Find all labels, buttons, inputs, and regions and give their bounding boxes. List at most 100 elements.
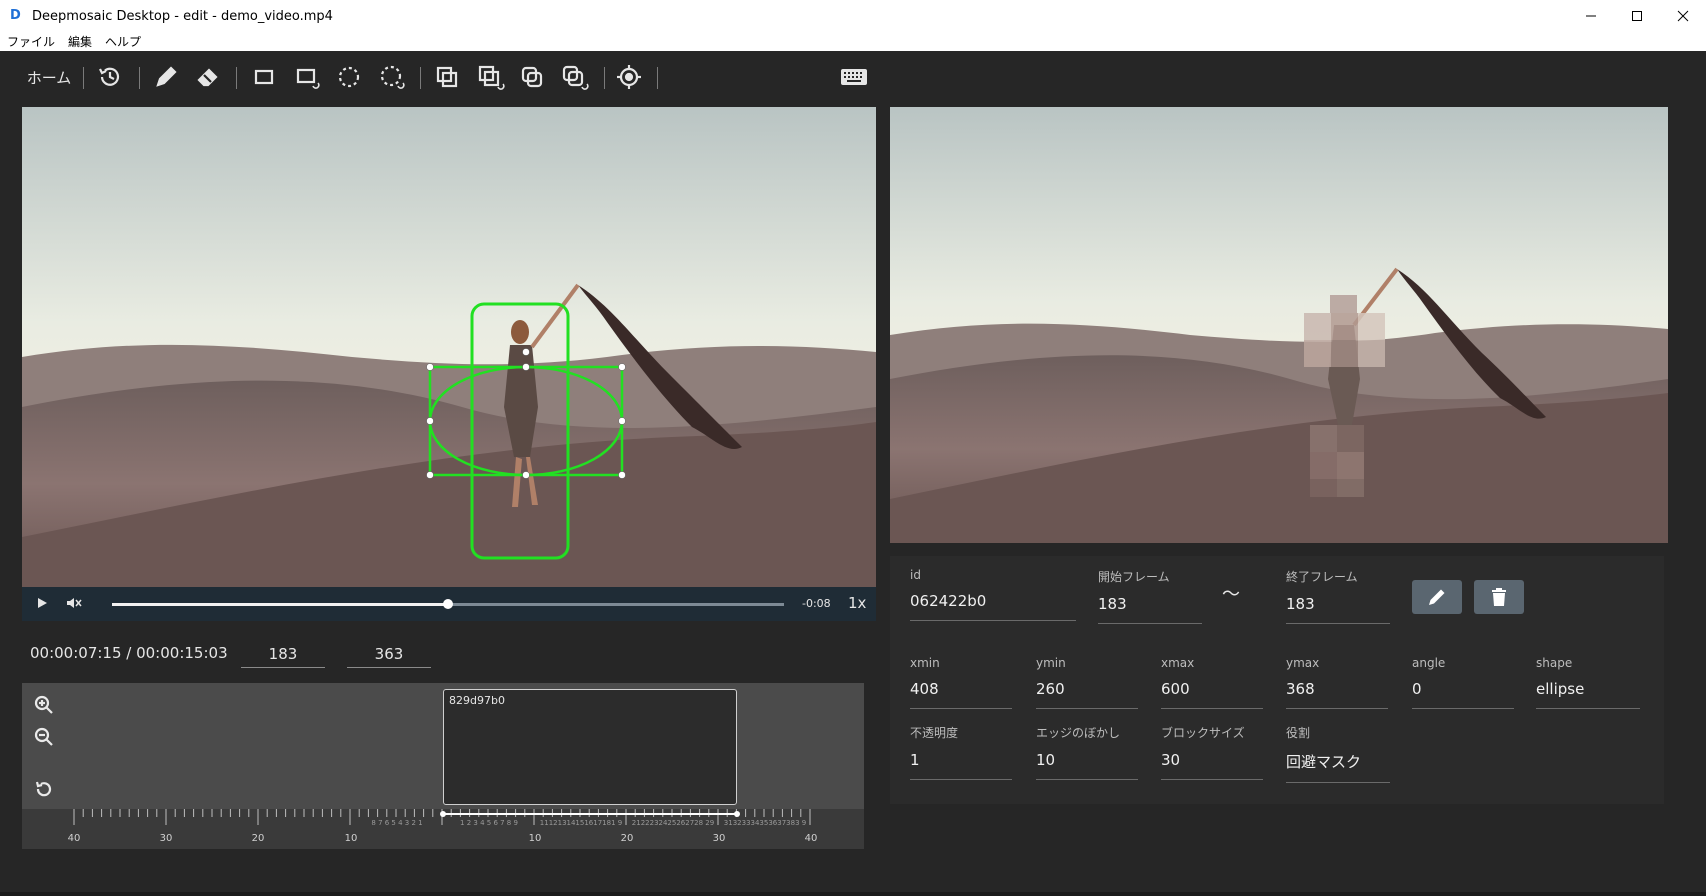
- end-frame-field[interactable]: 終了フレーム 183: [1286, 568, 1390, 624]
- edge-blur-value[interactable]: 10: [1036, 751, 1138, 780]
- ruler-small-labels-right: 2122232425262728 29: [631, 819, 715, 827]
- opacity-field[interactable]: 不透明度 1: [910, 724, 1012, 780]
- zoom-in-icon[interactable]: [32, 693, 56, 717]
- start-frame-field[interactable]: 開始フレーム 183: [1098, 568, 1202, 624]
- menu-edit[interactable]: 編集: [68, 33, 92, 50]
- ruler-label: 30: [159, 833, 173, 844]
- ellipse-icon[interactable]: [335, 63, 363, 91]
- role-label: 役割: [1286, 726, 1311, 740]
- role-field[interactable]: 役割 回避マスク: [1286, 724, 1390, 783]
- ymax-label: ymax: [1286, 656, 1320, 670]
- home-button[interactable]: ホーム: [22, 63, 76, 91]
- toolbar-divider: [657, 67, 658, 89]
- history-icon[interactable]: [96, 63, 124, 91]
- remaining-time: -0:08: [802, 597, 831, 610]
- app-logo-icon: D: [10, 8, 21, 23]
- ruler-label: 40: [804, 833, 818, 844]
- menu-file[interactable]: ファイル: [7, 33, 55, 50]
- copy-track-icon[interactable]: [476, 63, 508, 91]
- block-size-field[interactable]: ブロックサイズ 30: [1161, 724, 1263, 780]
- menu-bar: ファイル 編集 ヘルプ: [0, 32, 1706, 51]
- copy-alt-icon[interactable]: [518, 63, 546, 91]
- copy-icon[interactable]: [433, 63, 461, 91]
- eraser-icon[interactable]: [194, 63, 222, 91]
- seek-bar[interactable]: [112, 599, 784, 609]
- zoom-out-icon[interactable]: [32, 725, 56, 749]
- id-label: id: [910, 568, 921, 582]
- angle-field[interactable]: angle 0: [1412, 656, 1514, 709]
- ruler-label: 40: [67, 833, 81, 844]
- xmin-field[interactable]: xmin 408: [910, 656, 1012, 709]
- opacity-value[interactable]: 1: [910, 751, 1012, 780]
- window-title: Deepmosaic Desktop - edit - demo_video.m…: [32, 8, 333, 24]
- window-controls: [1568, 0, 1706, 32]
- xmin-label: xmin: [910, 656, 940, 670]
- mask-clip[interactable]: 829d97b0: [443, 689, 737, 805]
- shape-label: shape: [1536, 656, 1573, 670]
- maximize-icon[interactable]: [1614, 0, 1660, 32]
- end-frame-value[interactable]: 183: [1286, 595, 1390, 624]
- start-frame-input[interactable]: 183: [241, 640, 325, 668]
- start-frame-value[interactable]: 183: [1098, 595, 1202, 624]
- xmax-value[interactable]: 600: [1161, 680, 1263, 709]
- ymax-value[interactable]: 368: [1286, 680, 1388, 709]
- ymax-field[interactable]: ymax 368: [1286, 656, 1388, 709]
- end-frame-input[interactable]: 363: [347, 640, 431, 668]
- timeline-ruler[interactable]: 40 30 20 10 10 20 30 40 8 7 6 5 4 3 2 1 …: [22, 809, 864, 849]
- reset-icon[interactable]: [32, 777, 56, 801]
- ruler-label: 10: [528, 833, 542, 844]
- desert-scene-image: [22, 107, 876, 587]
- block-size-value[interactable]: 30: [1161, 751, 1263, 780]
- shape-value[interactable]: ellipse: [1536, 680, 1640, 709]
- mosaic-preview-image: [890, 107, 1668, 543]
- start-frame-label: 開始フレーム: [1098, 570, 1170, 584]
- opacity-label: 不透明度: [910, 726, 959, 740]
- xmax-field[interactable]: xmax 600: [1161, 656, 1263, 709]
- close-icon[interactable]: [1660, 0, 1706, 32]
- ruler-small-labels-right: 1 2 3 4 5 6 7 8 9: [460, 819, 518, 827]
- ruler-label: 20: [620, 833, 634, 844]
- trash-icon: [1492, 588, 1506, 606]
- end-frame-label: 終了フレーム: [1286, 570, 1358, 584]
- ellipse-track-icon[interactable]: [377, 63, 409, 91]
- mute-icon[interactable]: [54, 595, 94, 614]
- toolbar: ホーム: [0, 51, 1706, 103]
- ruler-small-labels-right: 11121314151617181 9: [539, 819, 623, 827]
- rectangle-icon[interactable]: [250, 63, 278, 91]
- ruler-small-labels-left: 8 7 6 5 4 3 2 1: [371, 819, 423, 827]
- preview-video: [890, 107, 1668, 543]
- title-bar: D Deepmosaic Desktop - edit - demo_video…: [0, 0, 1706, 32]
- pencil-icon[interactable]: [152, 63, 180, 91]
- copy-alt-track-icon[interactable]: [560, 63, 592, 91]
- angle-value[interactable]: 0: [1412, 680, 1514, 709]
- ymin-value[interactable]: 260: [1036, 680, 1138, 709]
- timecode: 00:00:07:15 / 00:00:15:03: [30, 644, 228, 662]
- xmin-value[interactable]: 408: [910, 680, 1012, 709]
- minimize-icon[interactable]: [1568, 0, 1614, 32]
- edge-blur-label: エッジのぼかし: [1036, 726, 1121, 740]
- pencil-icon: [1429, 589, 1445, 605]
- toolbar-divider: [83, 67, 84, 89]
- ruler-small-labels-right: 31323334353637383 9: [723, 819, 807, 827]
- shape-field[interactable]: shape ellipse: [1536, 656, 1640, 709]
- ruler-label: 10: [344, 833, 358, 844]
- target-icon[interactable]: [615, 63, 643, 91]
- clip-id-label: 829d97b0: [449, 694, 505, 707]
- editor-video[interactable]: [22, 107, 876, 587]
- edit-button[interactable]: [1412, 580, 1462, 614]
- menu-help[interactable]: ヘルプ: [105, 33, 141, 50]
- edge-blur-field[interactable]: エッジのぼかし 10: [1036, 724, 1138, 780]
- role-value[interactable]: 回避マスク: [1286, 751, 1390, 783]
- ruler-label: 20: [251, 833, 265, 844]
- ymin-field[interactable]: ymin 260: [1036, 656, 1138, 709]
- ruler-label: 30: [712, 833, 726, 844]
- id-value[interactable]: 062422b0: [910, 592, 1076, 621]
- id-field[interactable]: id 062422b0: [910, 568, 1076, 621]
- delete-button[interactable]: [1474, 580, 1524, 614]
- seek-thumb[interactable]: [443, 599, 453, 609]
- toolbar-divider: [139, 67, 140, 89]
- playback-speed-button[interactable]: 1x: [848, 594, 866, 612]
- rectangle-track-icon[interactable]: [293, 63, 325, 91]
- timeline[interactable]: 829d97b0 40 30 20 10 10 20 30 40 8 7 6 5…: [22, 683, 864, 849]
- keyboard-icon[interactable]: [838, 63, 870, 91]
